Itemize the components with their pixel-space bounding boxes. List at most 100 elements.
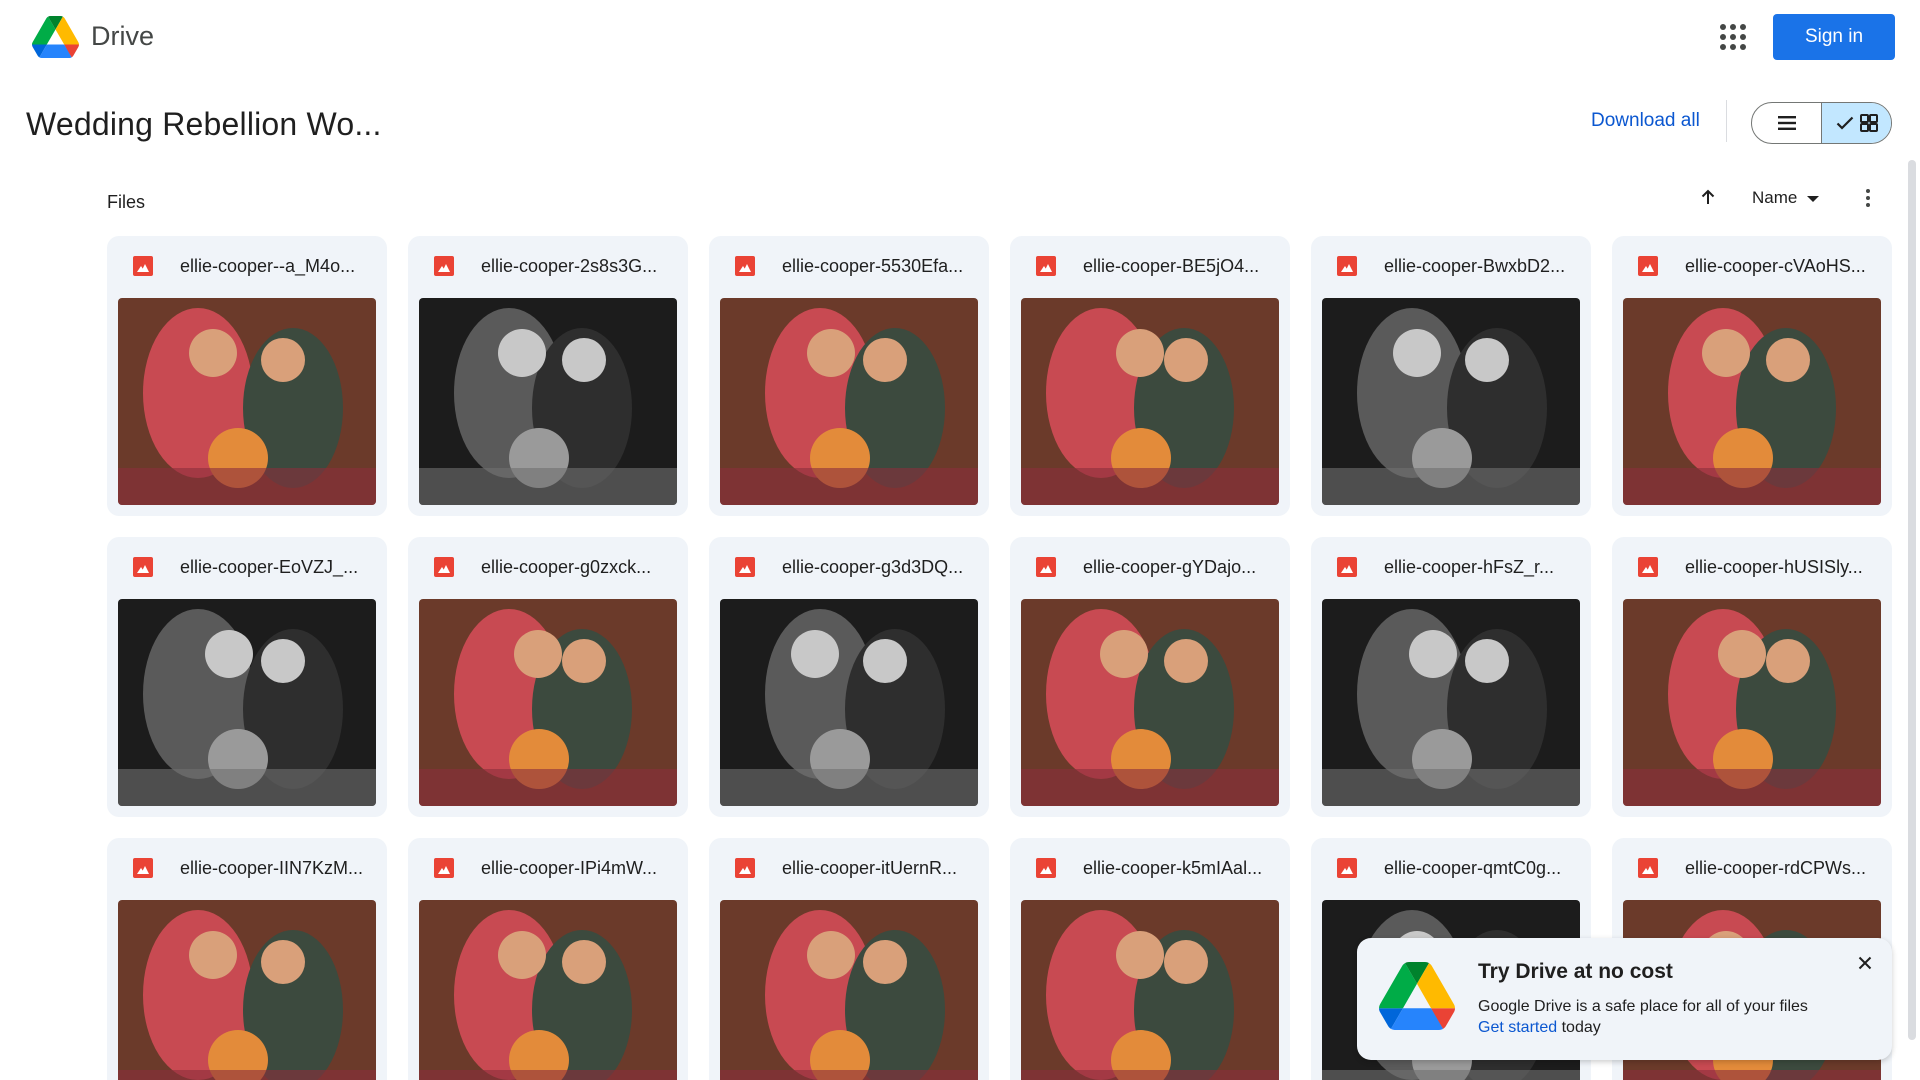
file-card-header: ellie-cooper-hUSISly...: [1612, 537, 1892, 597]
file-thumbnail: [1322, 599, 1580, 806]
file-thumbnail: [118, 298, 376, 505]
file-card-header: ellie-cooper-itUernR...: [709, 838, 989, 898]
file-card-header: ellie-cooper-qmtC0g...: [1311, 838, 1591, 898]
file-thumbnail: [1322, 298, 1580, 505]
promo-text: Google Drive is a safe place for all of …: [1478, 998, 1808, 1015]
file-card[interactable]: ellie-cooper-5530Efa...: [709, 236, 989, 516]
file-card[interactable]: ellie-cooper-IIN7KzM...: [107, 838, 387, 1080]
top-bar: Drive Sign in: [0, 0, 1920, 76]
check-icon: [1836, 116, 1853, 130]
file-name: ellie-cooper-hUSISly...: [1685, 556, 1863, 577]
file-card-header: ellie-cooper-cVAoHS...: [1612, 236, 1892, 296]
file-thumbnail: [1021, 900, 1279, 1080]
image-file-icon: [735, 256, 755, 276]
image-file-icon: [133, 557, 153, 577]
sort-by-label: Name: [1752, 188, 1798, 207]
app-name: Drive: [91, 21, 155, 51]
file-card[interactable]: ellie-cooper-EoVZJ_...: [107, 537, 387, 817]
file-thumbnail: [720, 900, 978, 1080]
file-thumbnail: [1623, 599, 1881, 806]
image-file-icon: [133, 858, 153, 878]
file-thumbnail: [419, 900, 677, 1080]
google-drive-logo-icon: [1379, 962, 1455, 1030]
file-card[interactable]: ellie-cooper-itUernR...: [709, 838, 989, 1080]
file-card[interactable]: ellie-cooper--a_M4o...: [107, 236, 387, 516]
close-icon[interactable]: [1854, 952, 1876, 974]
image-file-icon: [434, 557, 454, 577]
sort-by-dropdown[interactable]: Name: [1752, 188, 1820, 208]
image-file-icon: [434, 858, 454, 878]
image-file-icon: [1337, 256, 1357, 276]
file-card[interactable]: ellie-cooper-2s8s3G...: [408, 236, 688, 516]
list-view-button[interactable]: [1752, 103, 1821, 143]
file-card[interactable]: ellie-cooper-hFsZ_r...: [1311, 537, 1591, 817]
file-name: ellie-cooper-gYDajo...: [1083, 556, 1257, 577]
promo-title: Try Drive at no cost: [1478, 960, 1673, 983]
file-name: ellie-cooper-k5mIAal...: [1083, 857, 1263, 878]
file-thumbnail: [1021, 298, 1279, 505]
download-all-button[interactable]: Download all: [1591, 110, 1700, 132]
file-card-header: ellie-cooper-BE5jO4...: [1010, 236, 1290, 296]
image-file-icon: [1337, 858, 1357, 878]
file-card-header: ellie-cooper-2s8s3G...: [408, 236, 688, 296]
file-name: ellie-cooper-qmtC0g...: [1384, 857, 1562, 878]
folder-title: Wedding Rebellion Wo...: [26, 106, 382, 142]
file-name: ellie-cooper-BE5jO4...: [1083, 255, 1260, 276]
file-name: ellie-cooper-g0zxck...: [481, 556, 652, 577]
image-file-icon: [1337, 557, 1357, 577]
file-card[interactable]: ellie-cooper-hUSISly...: [1612, 537, 1892, 817]
files-section-label: Files: [107, 192, 146, 212]
file-card-header: ellie-cooper-EoVZJ_...: [107, 537, 387, 597]
apps-grid-icon[interactable]: [1716, 20, 1750, 54]
file-card[interactable]: ellie-cooper-IPi4mW...: [408, 838, 688, 1080]
file-card[interactable]: ellie-cooper-k5mIAal...: [1010, 838, 1290, 1080]
arrow-up-icon[interactable]: [1695, 184, 1721, 210]
file-name: ellie-cooper-IIN7KzM...: [180, 857, 364, 878]
file-name: ellie-cooper-rdCPWs...: [1685, 857, 1867, 878]
promo-cta-suffix: today: [1557, 1019, 1601, 1036]
try-drive-promo: Try Drive at no cost Google Drive is a s…: [1357, 938, 1892, 1060]
file-card[interactable]: ellie-cooper-BwxbD2...: [1311, 236, 1591, 516]
file-card-header: ellie-cooper-rdCPWs...: [1612, 838, 1892, 898]
file-name: ellie-cooper-hFsZ_r...: [1384, 556, 1555, 577]
scrollbar[interactable]: [1908, 160, 1916, 1040]
file-name: ellie-cooper-IPi4mW...: [481, 857, 658, 878]
grid-view-button[interactable]: [1821, 103, 1891, 143]
sign-in-button[interactable]: Sign in: [1773, 14, 1895, 60]
file-card-header: ellie-cooper-g3d3DQ...: [709, 537, 989, 597]
file-card[interactable]: ellie-cooper-cVAoHS...: [1612, 236, 1892, 516]
file-name: ellie-cooper-g3d3DQ...: [782, 556, 964, 577]
file-thumbnail: [1021, 599, 1279, 806]
file-name: ellie-cooper-BwxbD2...: [1384, 255, 1566, 276]
image-file-icon: [434, 256, 454, 276]
file-name: ellie-cooper-itUernR...: [782, 857, 958, 878]
file-thumbnail: [720, 599, 978, 806]
file-thumbnail: [118, 599, 376, 806]
file-name: ellie-cooper-5530Efa...: [782, 255, 964, 276]
image-file-icon: [1036, 557, 1056, 577]
file-card-header: ellie-cooper--a_M4o...: [107, 236, 387, 296]
file-card[interactable]: ellie-cooper-gYDajo...: [1010, 537, 1290, 817]
file-thumbnail: [1623, 298, 1881, 505]
file-card-header: ellie-cooper-IIN7KzM...: [107, 838, 387, 898]
image-file-icon: [735, 858, 755, 878]
file-card[interactable]: ellie-cooper-g0zxck...: [408, 537, 688, 817]
caret-down-icon: [1807, 196, 1820, 202]
grid-view-icon: [1859, 114, 1878, 132]
file-thumbnail: [419, 298, 677, 505]
file-name: ellie-cooper-cVAoHS...: [1685, 255, 1866, 276]
image-file-icon: [1638, 256, 1658, 276]
view-toggle: [1751, 102, 1892, 144]
file-card-header: ellie-cooper-gYDajo...: [1010, 537, 1290, 597]
file-card[interactable]: ellie-cooper-BE5jO4...: [1010, 236, 1290, 516]
list-view-icon: [1777, 116, 1796, 130]
image-file-icon: [133, 256, 153, 276]
get-started-link[interactable]: Get started: [1478, 1019, 1557, 1036]
file-card[interactable]: ellie-cooper-g3d3DQ...: [709, 537, 989, 817]
divider: [1726, 100, 1727, 142]
image-file-icon: [1638, 557, 1658, 577]
file-card-header: ellie-cooper-5530Efa...: [709, 236, 989, 296]
more-vert-icon[interactable]: [1856, 184, 1880, 212]
file-card-header: ellie-cooper-hFsZ_r...: [1311, 537, 1591, 597]
google-drive-logo-icon[interactable]: [32, 16, 79, 58]
